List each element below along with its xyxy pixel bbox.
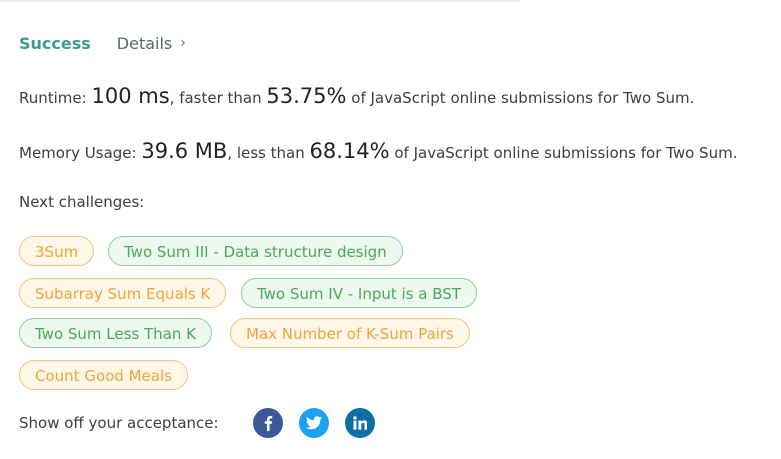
details-label: Details (116, 33, 173, 53)
facebook-icon[interactable] (252, 408, 283, 438)
memory-comparison: , less than (227, 144, 305, 162)
share-row: Show off your acceptance: (19, 408, 391, 438)
next-challenges-label: Next challenges: (19, 193, 145, 211)
submission-result-panel: Success Details › Runtime: 100 ms, faste… (0, 0, 781, 459)
challenge-tag-two-sum-iii[interactable]: Two Sum III - Data structure design (108, 236, 403, 266)
memory-line: Memory Usage: 39.6 MB, less than 68.14% … (19, 139, 737, 163)
share-label: Show off your acceptance: (19, 414, 219, 432)
top-divider (0, 0, 520, 2)
runtime-value: 100 ms (91, 84, 170, 108)
result-header: Success Details › (19, 30, 186, 56)
details-link[interactable]: Details › (117, 34, 186, 53)
challenge-tag-subarray-sum-equals-k[interactable]: Subarray Sum Equals K (19, 278, 227, 308)
runtime-line: Runtime: 100 ms, faster than 53.75% of J… (19, 84, 694, 108)
challenge-tag-count-good-meals[interactable]: Count Good Meals (19, 360, 188, 390)
challenge-tag-two-sum-iv[interactable]: Two Sum IV - Input is a BST (241, 278, 477, 308)
status-label: Success (19, 33, 91, 53)
runtime-percent: 53.75% (266, 84, 347, 108)
chevron-right-icon: › (180, 35, 186, 51)
runtime-label: Runtime: (19, 89, 87, 107)
linkedin-icon[interactable] (344, 408, 375, 438)
memory-label: Memory Usage: (19, 144, 137, 162)
memory-percent: 68.14% (309, 139, 390, 163)
twitter-icon[interactable] (298, 408, 329, 438)
challenge-tag-two-sum-less-than-k[interactable]: Two Sum Less Than K (19, 318, 212, 348)
runtime-suffix: of JavaScript online submissions for Two… (351, 89, 695, 107)
runtime-comparison: , faster than (169, 89, 262, 107)
memory-value: 39.6 MB (141, 139, 228, 163)
memory-suffix: of JavaScript online submissions for Two… (394, 144, 738, 162)
challenge-tag-3sum[interactable]: 3Sum (19, 236, 95, 266)
challenge-tag-max-number-k-sum-pairs[interactable]: Max Number of K-Sum Pairs (230, 318, 470, 348)
